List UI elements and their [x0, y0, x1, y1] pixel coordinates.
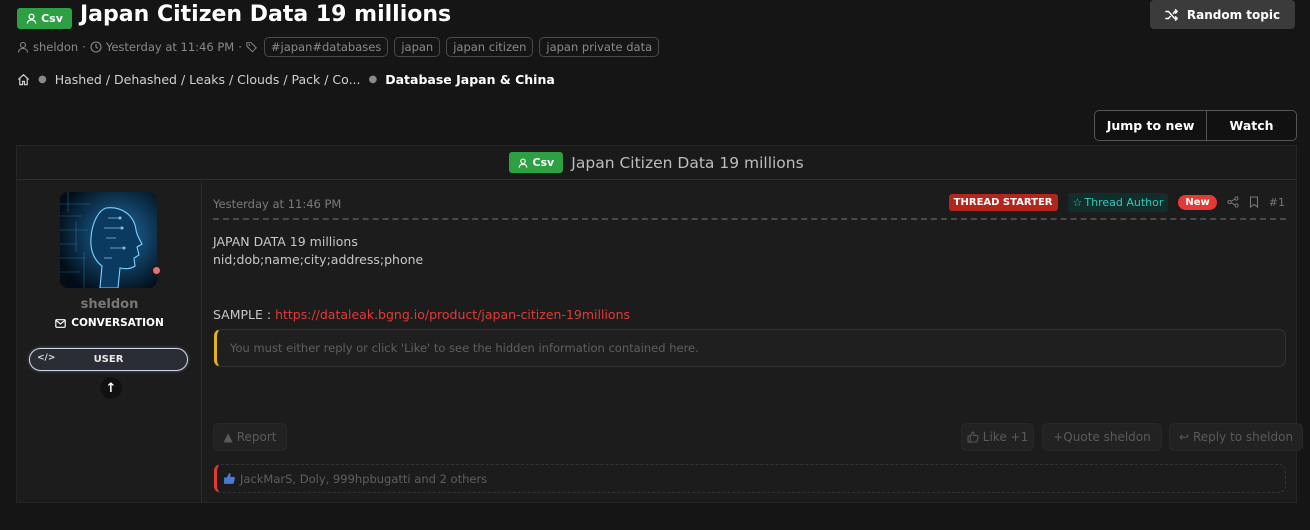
post-badges: THREAD STARTER ☆ Thread Author New #1: [948, 192, 1285, 212]
thread-author[interactable]: sheldon: [33, 40, 78, 54]
sample-label: SAMPLE :: [213, 307, 276, 322]
page-title: Japan Citizen Data 19 millions: [80, 2, 452, 27]
reply-label: Reply to sheldon: [1193, 430, 1294, 444]
meta-separator: ·: [238, 40, 242, 54]
thread-author-label: Thread Author: [1084, 195, 1164, 209]
tag[interactable]: #japan#databases: [263, 37, 389, 57]
breadcrumb-separator-dot: ●: [38, 73, 47, 85]
thread-author-badge: ☆ Thread Author: [1067, 192, 1169, 212]
thumbs-up-icon: [224, 473, 235, 484]
post-date[interactable]: Yesterday at 11:46 PM: [213, 197, 341, 211]
like-label: Like +1: [982, 430, 1029, 444]
share-icon[interactable]: [1227, 196, 1239, 208]
user-icon: [519, 158, 528, 168]
arrow-up-icon[interactable]: ↑: [100, 377, 122, 399]
user-icon: [26, 13, 37, 24]
report-label: Report: [236, 430, 277, 444]
thread-header: Csv Japan Citizen Data 19 millions: [17, 146, 1296, 180]
reply-button[interactable]: ↩ Reply to sheldon: [1169, 423, 1303, 451]
hidden-notice-text: You must either reply or click 'Like' to…: [230, 341, 699, 355]
poster-username[interactable]: sheldon: [17, 297, 202, 312]
thread-title: Japan Citizen Data 19 millions: [571, 153, 804, 172]
clock-icon: [90, 41, 102, 53]
jump-to-new-button[interactable]: Jump to new: [1095, 111, 1206, 140]
hidden-content-notice: You must either reply or click 'Like' to…: [214, 329, 1286, 367]
shuffle-icon: [1165, 8, 1178, 21]
reply-icon: ↩: [1178, 430, 1189, 444]
random-topic-button[interactable]: Random topic: [1150, 0, 1295, 29]
code-icon: </>: [37, 353, 56, 363]
thread-date[interactable]: Yesterday at 11:46 PM: [106, 40, 234, 54]
tag[interactable]: japan private data: [539, 37, 660, 57]
new-badge: New: [1178, 194, 1217, 210]
quote-label: +Quote sheldon: [1053, 430, 1151, 444]
avatar[interactable]: [60, 192, 157, 288]
meta-separator: ·: [82, 40, 86, 54]
user-icon: [17, 41, 29, 53]
warning-icon: ▲: [223, 430, 233, 444]
reaction-users: JackMarS, Doly, 999hpbugatti and 2 other…: [240, 471, 488, 486]
thumbs-up-icon: [967, 431, 979, 443]
bookmark-icon[interactable]: [1249, 196, 1259, 208]
conversation-link[interactable]: CONVERSATION: [17, 317, 202, 329]
conversation-label: CONVERSATION: [71, 317, 164, 329]
online-status-dot: [151, 265, 162, 276]
user-role-label: USER: [93, 354, 124, 365]
sample-link[interactable]: https://dataleak.bgng.io/product/japan-c…: [275, 307, 630, 322]
user-role-badge: </> USER: [29, 348, 188, 371]
user-panel: sheldon CONVERSATION </> USER ↑: [17, 181, 202, 503]
home-icon[interactable]: [17, 73, 30, 86]
thread-action-group: Jump to new Watch: [1094, 110, 1297, 141]
tag[interactable]: japan: [394, 37, 441, 57]
tag[interactable]: japan citizen: [446, 37, 534, 57]
random-topic-label: Random topic: [1186, 7, 1281, 22]
quote-button[interactable]: +Quote sheldon: [1042, 423, 1162, 451]
watch-button[interactable]: Watch: [1206, 111, 1296, 140]
reaction-summary[interactable]: JackMarS, Doly, 999hpbugatti and 2 other…: [214, 464, 1286, 493]
post-divider: [213, 218, 1286, 220]
envelope-icon: [55, 318, 67, 328]
breadcrumb-item[interactable]: Hashed / Dehashed / Leaks / Clouds / Pac…: [55, 72, 361, 87]
breadcrumb-separator-dot: ●: [368, 73, 378, 85]
prefix-badge[interactable]: Csv: [17, 8, 72, 29]
like-button[interactable]: Like +1: [961, 423, 1034, 451]
prefix-badge-label: Csv: [41, 12, 63, 25]
report-button[interactable]: ▲ Report: [213, 423, 287, 451]
thread-meta: sheldon · Yesterday at 11:46 PM · #japan…: [17, 37, 660, 57]
sample-line: SAMPLE : https://dataleak.bgng.io/produc…: [213, 307, 630, 322]
thread-starter-badge: THREAD STARTER: [948, 193, 1058, 211]
tag-icon: [246, 42, 257, 53]
star-icon: ☆: [1072, 195, 1083, 209]
thread-container: Csv Japan Citizen Data 19 millions sheld…: [16, 145, 1303, 503]
post-number[interactable]: #1: [1269, 196, 1285, 209]
prefix-badge[interactable]: Csv: [509, 152, 564, 173]
post: Yesterday at 11:46 PM THREAD STARTER ☆ T…: [203, 181, 1303, 503]
breadcrumb: ● Hashed / Dehashed / Leaks / Clouds / P…: [17, 70, 555, 88]
post-line: nid;dob;name;city;address;phone: [213, 252, 424, 267]
breadcrumb-current[interactable]: Database Japan & China: [385, 72, 555, 87]
post-line: JAPAN DATA 19 millions: [213, 234, 358, 249]
prefix-badge-label: Csv: [532, 156, 555, 169]
